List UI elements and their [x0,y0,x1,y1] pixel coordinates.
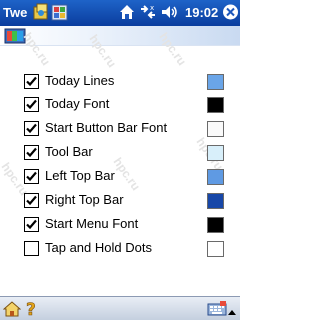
app-title: Twe [3,5,28,20]
color-swatch[interactable] [207,74,224,90]
today-font-checkbox[interactable] [24,97,39,112]
keyboard-icon[interactable] [207,300,227,320]
setting-label: Right Top Bar [45,192,124,207]
setting-label: Left Top Bar [45,168,115,183]
start-menu-font-checkbox[interactable] [24,217,39,232]
connectivity-icon[interactable]: x [139,3,157,26]
help-icon[interactable]: ? [25,300,39,320]
setting-label: Today Lines [45,73,115,88]
header-band [0,26,240,46]
setting-row-tap-and-hold-dots: Tap and Hold Dots [0,237,240,261]
start-button-bar-font-checkbox[interactable] [24,121,39,136]
setting-row-today-lines: Today Lines [0,70,240,94]
color-swatch[interactable] [207,241,224,257]
home-icon[interactable] [119,3,135,26]
left-top-bar-checkbox[interactable] [24,169,39,184]
setting-label: Start Menu Font [45,216,139,231]
setting-row-today-font: Today Font [0,93,240,117]
setting-row-tool-bar: Tool Bar [0,141,240,165]
tool-bar-checkbox[interactable] [24,145,39,160]
setting-row-start-menu-font: Start Menu Font [0,213,240,237]
volume-icon[interactable] [160,3,180,26]
tap-and-hold-dots-checkbox[interactable] [24,241,39,256]
color-swatch[interactable] [207,193,224,209]
svg-text:x: x [150,4,154,12]
clock[interactable]: 19:02 [185,5,218,20]
setting-label: Tap and Hold Dots [45,240,152,255]
color-swatch[interactable] [207,145,224,161]
setting-label: Start Button Bar Font [45,120,168,135]
colored-blocks-logo-icon [4,28,28,49]
command-bar: ? [0,296,240,320]
color-swatch[interactable] [207,217,224,233]
taskbar: Twe x 19:02 [0,0,240,26]
home-icon[interactable] [2,300,22,320]
setting-label: Today Font [45,96,110,111]
setting-row-right-top-bar: Right Top Bar [0,189,240,213]
color-swatch[interactable] [207,169,224,185]
close-icon[interactable] [222,3,239,26]
svg-text:?: ? [26,300,36,318]
today-lines-checkbox[interactable] [24,74,39,89]
setting-row-start-button-bar-font: Start Button Bar Font [0,117,240,141]
setting-row-left-top-bar: Left Top Bar [0,165,240,189]
input-menu-arrow-icon[interactable] [228,304,236,320]
color-swatch[interactable] [207,121,224,137]
app-icon[interactable] [51,3,68,26]
program-icon[interactable] [33,3,50,26]
color-swatch[interactable] [207,97,224,113]
setting-label: Tool Bar [45,144,93,159]
right-top-bar-checkbox[interactable] [24,193,39,208]
